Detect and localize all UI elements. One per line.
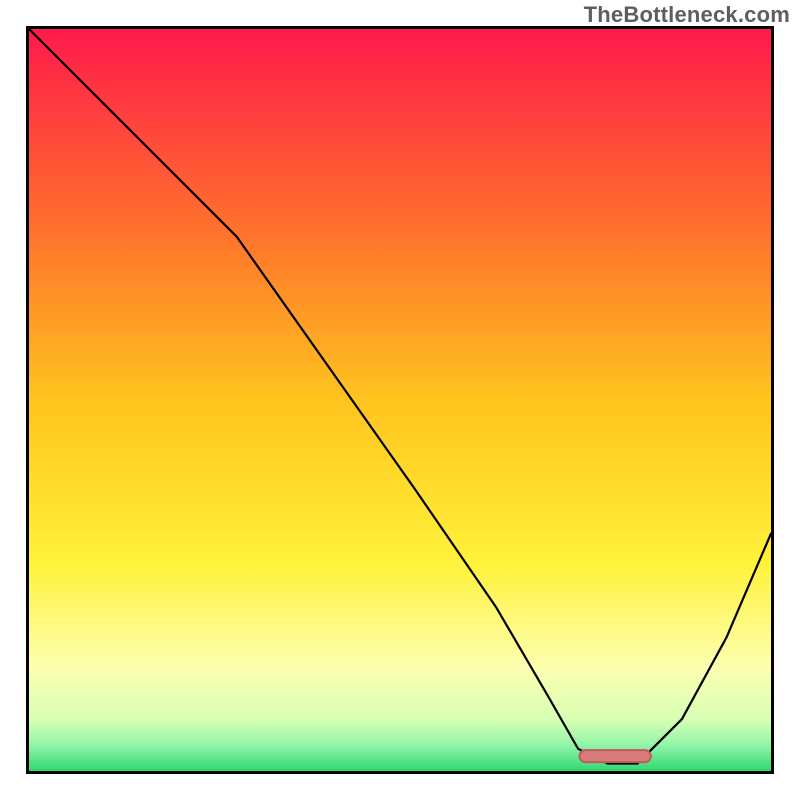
chart-container: TheBottleneck.com (0, 0, 800, 800)
chart-svg (29, 29, 771, 771)
watermark-text: TheBottleneck.com (584, 2, 790, 28)
plot-area (26, 26, 774, 774)
